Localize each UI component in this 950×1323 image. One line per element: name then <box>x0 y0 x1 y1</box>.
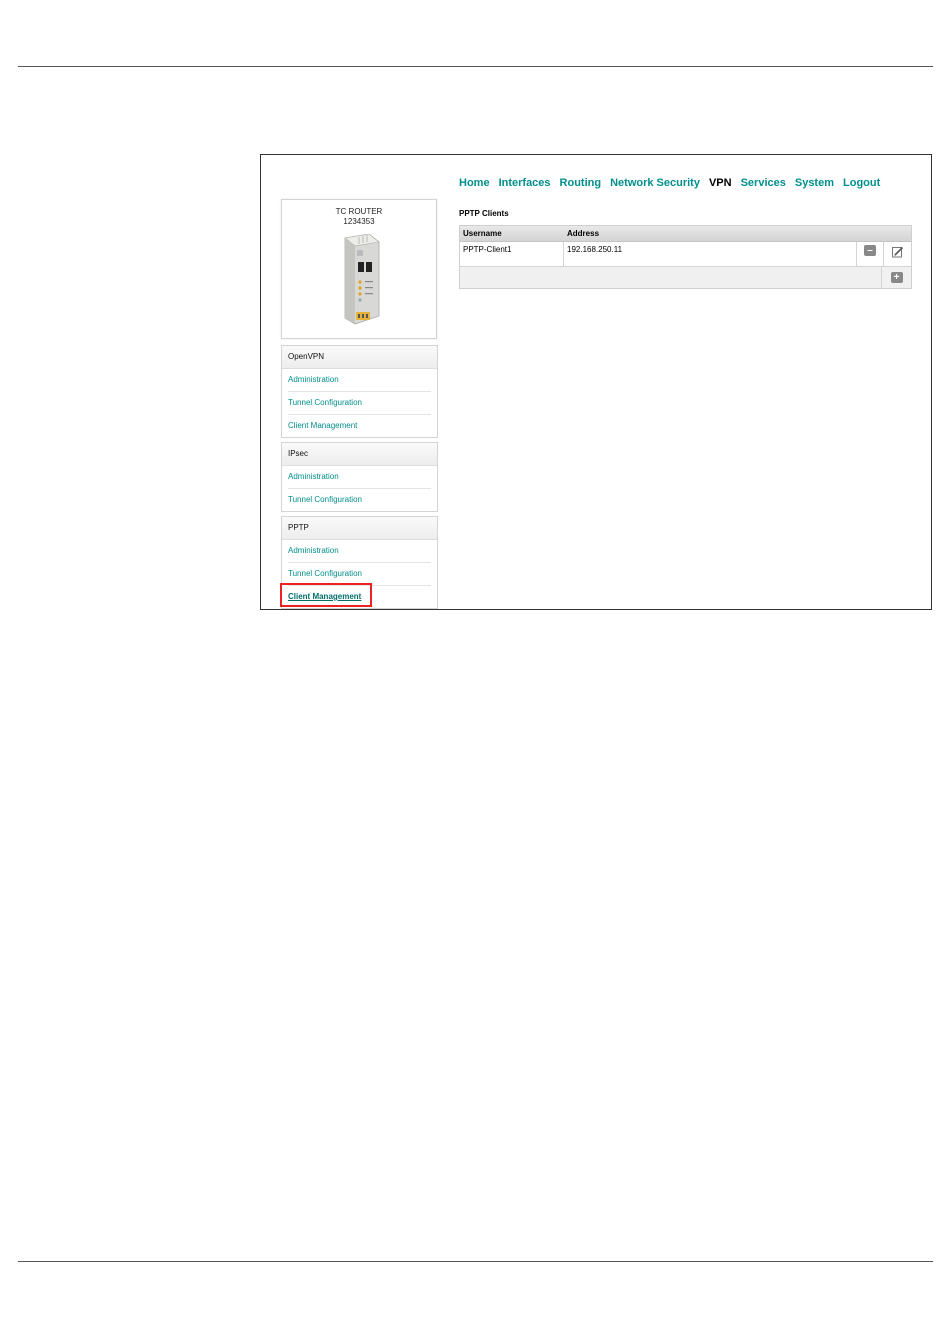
screenshot-frame: Home Interfaces Routing Network Security… <box>260 154 932 610</box>
ipsec-administration-link[interactable]: Administration <box>288 466 431 489</box>
device-name: TC ROUTER 1234353 <box>282 207 436 227</box>
pptp-tunnel-configuration-link[interactable]: Tunnel Configuration <box>288 563 431 586</box>
cell-username: PPTP-Client1 <box>460 242 564 266</box>
top-rule <box>18 66 933 67</box>
pptp-administration-link[interactable]: Administration <box>288 540 431 563</box>
column-header-username: Username <box>463 229 502 238</box>
pptp-client-management-link[interactable]: Client Management <box>288 586 431 608</box>
openvpn-administration-link[interactable]: Administration <box>288 369 431 392</box>
openvpn-tunnel-configuration-link[interactable]: Tunnel Configuration <box>288 392 431 415</box>
table-footer: + <box>460 267 911 288</box>
openvpn-client-management-link[interactable]: Client Management <box>288 415 431 437</box>
device-item-number: 1234353 <box>343 217 375 226</box>
ipsec-tunnel-configuration-link[interactable]: Tunnel Configuration <box>288 489 431 511</box>
ipsec-panel-title: IPsec <box>282 443 437 466</box>
nav-system[interactable]: System <box>795 177 834 189</box>
remove-icon: – <box>864 245 876 256</box>
router-device-image <box>344 234 380 325</box>
edit-icon <box>891 246 903 258</box>
add-icon: + <box>890 272 903 283</box>
nav-logout[interactable]: Logout <box>843 177 880 189</box>
nav-home[interactable]: Home <box>459 177 490 189</box>
pptp-panel-title: PPTP <box>282 517 437 540</box>
device-model: TC ROUTER <box>335 207 383 216</box>
pptp-clients-table: Username Address PPTP-Client1 192.168.25… <box>459 225 912 289</box>
nav-services[interactable]: Services <box>741 177 786 189</box>
top-navigation: Home Interfaces Routing Network Security… <box>459 177 880 189</box>
remove-button[interactable]: – <box>857 242 884 266</box>
column-header-address: Address <box>567 229 600 238</box>
ipsec-panel: IPsec Administration Tunnel Configuratio… <box>281 442 438 512</box>
table-header: Username Address <box>460 226 911 242</box>
nav-vpn[interactable]: VPN <box>709 177 732 189</box>
add-button[interactable]: + <box>882 267 911 288</box>
openvpn-panel-title: OpenVPN <box>282 346 437 369</box>
pptp-panel: PPTP Administration Tunnel Configuration… <box>281 516 438 609</box>
edit-button[interactable] <box>884 242 911 266</box>
openvpn-panel: OpenVPN Administration Tunnel Configurat… <box>281 345 438 438</box>
bottom-rule <box>18 1261 933 1262</box>
nav-network-security[interactable]: Network Security <box>610 177 700 189</box>
nav-routing[interactable]: Routing <box>560 177 602 189</box>
device-card: TC ROUTER 1234353 <box>281 199 437 339</box>
pptp-clients-title: PPTP Clients <box>459 209 509 218</box>
table-row: PPTP-Client1 192.168.250.11 – <box>460 242 911 267</box>
nav-interfaces[interactable]: Interfaces <box>499 177 551 189</box>
cell-address: 192.168.250.11 <box>564 242 857 266</box>
